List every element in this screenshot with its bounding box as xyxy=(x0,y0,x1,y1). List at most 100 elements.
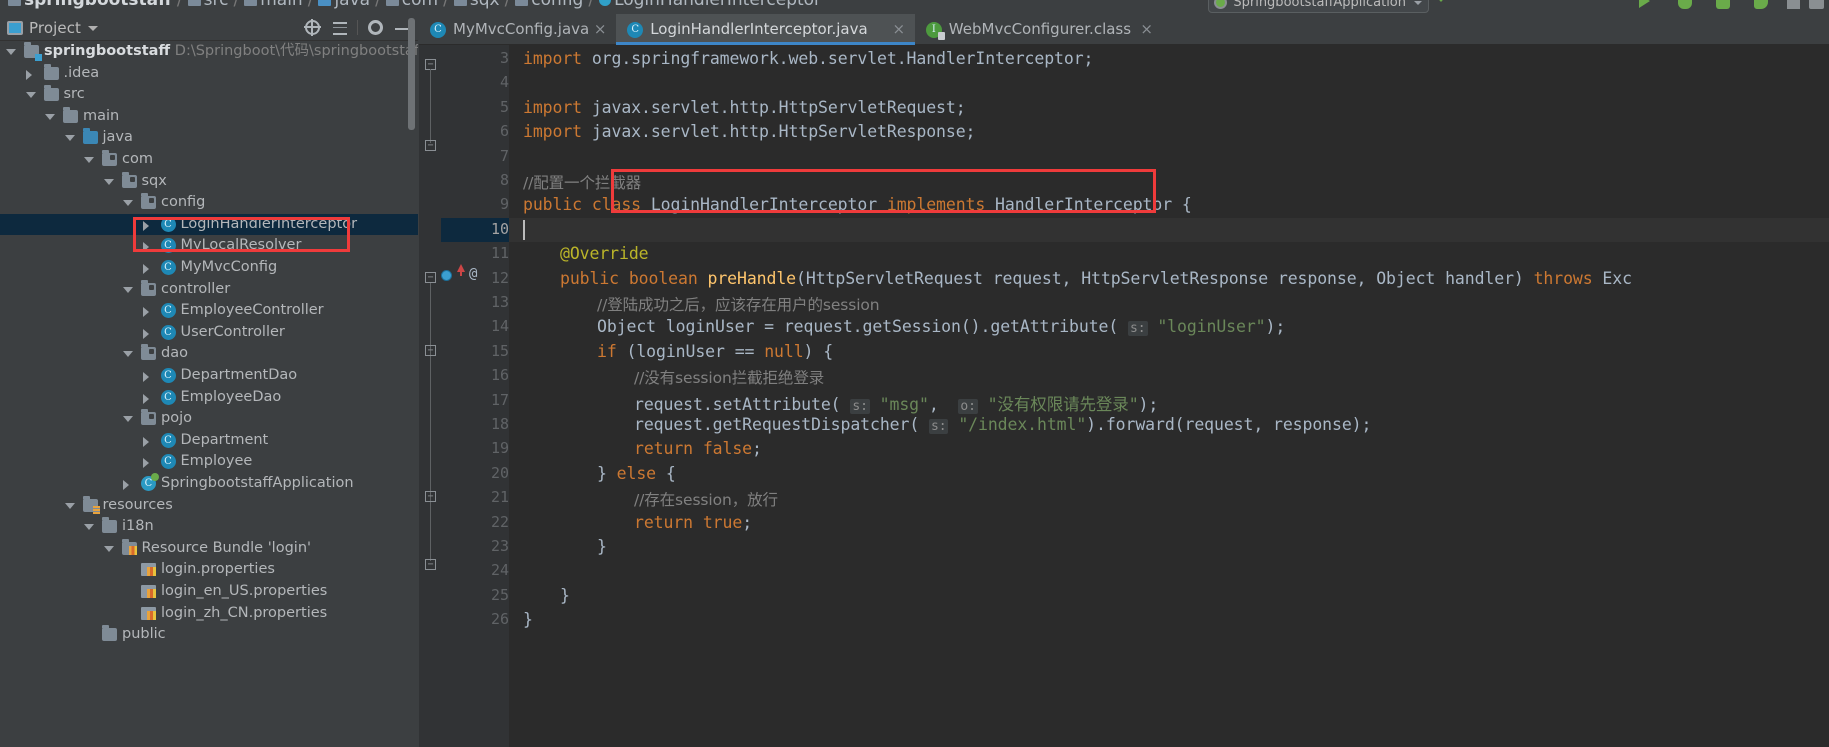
code-line[interactable]: Object loginUser = request.getSession().… xyxy=(597,317,1285,337)
code-line[interactable]: import javax.servlet.http.HttpServletReq… xyxy=(523,98,966,117)
tree-item-springbootstaff[interactable]: springbootstaff D:\Springboot\代码\springb… xyxy=(0,41,418,63)
tree-item-idea[interactable]: .idea xyxy=(0,63,418,85)
chevron-right-icon[interactable] xyxy=(142,307,149,318)
tree-item-pojo[interactable]: pojo xyxy=(0,408,418,430)
code-line[interactable]: //配置一个拦截器 xyxy=(523,171,641,193)
tree-item-employee[interactable]: C Employee xyxy=(0,451,418,473)
override-marker-icon[interactable] xyxy=(457,264,465,272)
chevron-green-icon[interactable] xyxy=(1433,0,1451,11)
tree-item-springbootstaffapplication[interactable]: C SpringbootstaffApplication xyxy=(0,473,418,495)
tree-item-usercontroller[interactable]: C UserController xyxy=(0,322,418,344)
tree-item-department[interactable]: C Department xyxy=(0,430,418,452)
code-line[interactable]: //登陆成功之后，应该存在用户的session xyxy=(597,293,880,315)
chevron-down-icon[interactable] xyxy=(123,351,133,358)
tree-item-resource-bundle-login[interactable]: Resource Bundle 'login' xyxy=(0,538,418,560)
code-line[interactable]: request.setAttribute( s: "msg", o: "没有权限… xyxy=(634,391,1158,415)
code-line[interactable]: public class LoginHandlerInterceptor imp… xyxy=(523,195,1192,214)
chevron-down-icon[interactable] xyxy=(64,135,75,142)
tree-item-employeedao[interactable]: C EmployeeDao xyxy=(0,387,418,409)
project-tree[interactable]: springbootstaff D:\Springboot\代码\springb… xyxy=(0,41,418,747)
gear-icon[interactable] xyxy=(368,20,383,35)
collapse-all-icon[interactable] xyxy=(332,20,350,38)
layout-icon[interactable] xyxy=(1809,0,1827,14)
project-tree-scrollbar[interactable] xyxy=(408,18,415,130)
locate-icon[interactable] xyxy=(304,19,321,36)
code-line[interactable]: request.getRequestDispatcher( s: "/index… xyxy=(634,415,1371,434)
chevron-down-icon[interactable] xyxy=(123,200,133,207)
breadcrumb[interactable]: springbootstaff / src / main / java / com / sqx / co… xyxy=(8,0,821,10)
editor-tab-mymvcconfig-java[interactable]: C MyMvcConfig.java × xyxy=(419,14,616,45)
close-icon[interactable]: × xyxy=(593,22,607,37)
run-configuration-selector[interactable]: SpringbootstaffApplication xyxy=(1208,0,1429,13)
code-canvas[interactable]: import org.springframework.web.servlet.H… xyxy=(509,45,1829,747)
chevron-right-icon[interactable] xyxy=(142,328,149,339)
run-gutter-icon[interactable] xyxy=(441,270,452,281)
code-line[interactable]: } xyxy=(560,586,570,605)
tree-item-com[interactable]: com xyxy=(0,149,418,171)
chevron-right-icon[interactable] xyxy=(142,393,149,404)
tree-item-dao[interactable]: dao xyxy=(0,343,418,365)
tree-item-employeecontroller[interactable]: C EmployeeController xyxy=(0,300,418,322)
close-icon[interactable]: × xyxy=(892,22,906,37)
tree-item-i18n[interactable]: i18n xyxy=(0,516,418,538)
code-line[interactable]: if (loginUser == null) { xyxy=(597,342,833,361)
close-icon[interactable]: × xyxy=(1140,22,1154,37)
chevron-down-icon[interactable] xyxy=(25,92,36,99)
tree-item-loginhandlerinterceptor[interactable]: C LoginHandlerInterceptor xyxy=(0,213,418,236)
fold-marker-else[interactable]: − xyxy=(425,491,436,502)
breadcrumb-item[interactable]: java xyxy=(334,0,370,10)
editor-fold-column[interactable]: − − − − − − xyxy=(419,45,441,747)
profile-icon[interactable] xyxy=(1754,0,1772,13)
breadcrumb-item[interactable]: src xyxy=(204,0,229,10)
code-line[interactable]: public boolean preHandle(HttpServletRequ… xyxy=(560,269,1632,288)
chevron-down-icon[interactable] xyxy=(6,49,16,55)
tree-item-sqx[interactable]: sqx xyxy=(0,171,418,193)
breadcrumb-item[interactable]: com xyxy=(402,0,438,10)
code-line[interactable]: import org.springframework.web.servlet.H… xyxy=(523,49,1093,68)
chevron-right-icon[interactable] xyxy=(142,436,149,447)
chevron-right-icon[interactable] xyxy=(142,372,149,382)
chevron-right-icon[interactable] xyxy=(123,480,129,490)
code-line[interactable]: } xyxy=(523,610,533,629)
tree-item-login-zh-cn-properties[interactable]: login_zh_CN.properties xyxy=(0,603,418,625)
editor-tab-webmvcconfigurer-class[interactable]: I WebMvcConfigurer.class × xyxy=(915,14,1163,45)
run-icon[interactable] xyxy=(1639,0,1657,12)
chevron-right-icon[interactable] xyxy=(142,458,149,469)
debug-icon[interactable] xyxy=(1678,0,1696,13)
chevron-down-icon[interactable] xyxy=(123,286,133,293)
tree-item-mylocalresolver[interactable]: C MyLocalResolver xyxy=(0,235,418,257)
chevron-right-icon[interactable] xyxy=(25,69,32,80)
editor-tab-loginhandlerinterceptor-java[interactable]: C LoginHandlerInterceptor.java × xyxy=(616,14,915,45)
tree-item-controller[interactable]: controller xyxy=(0,279,418,301)
tree-item-login-en-us-properties[interactable]: login_en_US.properties xyxy=(0,581,418,603)
tree-item-login-properties[interactable]: login.properties xyxy=(0,559,418,581)
code-line[interactable]: } else { xyxy=(597,464,676,483)
tree-item-public[interactable]: public xyxy=(0,624,418,646)
tree-item-resources[interactable]: resources xyxy=(0,495,418,517)
code-line[interactable]: return true; xyxy=(634,513,752,532)
chevron-down-icon[interactable] xyxy=(45,113,55,120)
fold-marker-method-end[interactable]: − xyxy=(425,559,436,570)
tree-item-departmentdao[interactable]: C DepartmentDao xyxy=(0,365,418,387)
code-line[interactable]: import javax.servlet.http.HttpServletRes… xyxy=(523,122,975,141)
coverage-icon[interactable] xyxy=(1716,0,1734,13)
tree-item-main[interactable]: main xyxy=(0,106,418,128)
chevron-down-icon[interactable] xyxy=(123,416,133,423)
chevron-down-icon[interactable] xyxy=(84,524,94,531)
chevron-down-icon[interactable] xyxy=(103,545,114,552)
fold-marker-import-end[interactable]: − xyxy=(425,140,436,151)
breadcrumb-item[interactable]: sqx xyxy=(470,0,500,10)
breadcrumb-item[interactable]: LoginHandlerInterceptor xyxy=(614,0,821,10)
chevron-down-icon[interactable] xyxy=(88,26,98,31)
code-line[interactable]: //没有session拦截拒绝登录 xyxy=(634,366,824,388)
tree-item-config[interactable]: config xyxy=(0,192,418,214)
annotation-gutter-icon[interactable]: @ xyxy=(469,266,477,282)
chevron-right-icon[interactable] xyxy=(142,220,149,231)
code-line[interactable]: return false; xyxy=(634,439,762,458)
chevron-down-icon[interactable] xyxy=(64,502,75,509)
breadcrumb-item[interactable]: main xyxy=(260,0,302,10)
fold-marker-if[interactable]: − xyxy=(425,345,436,356)
chevron-down-icon[interactable] xyxy=(103,178,114,185)
tree-item-java[interactable]: java xyxy=(0,127,418,149)
tree-item-mymvcconfig[interactable]: C MyMvcConfig xyxy=(0,257,418,279)
